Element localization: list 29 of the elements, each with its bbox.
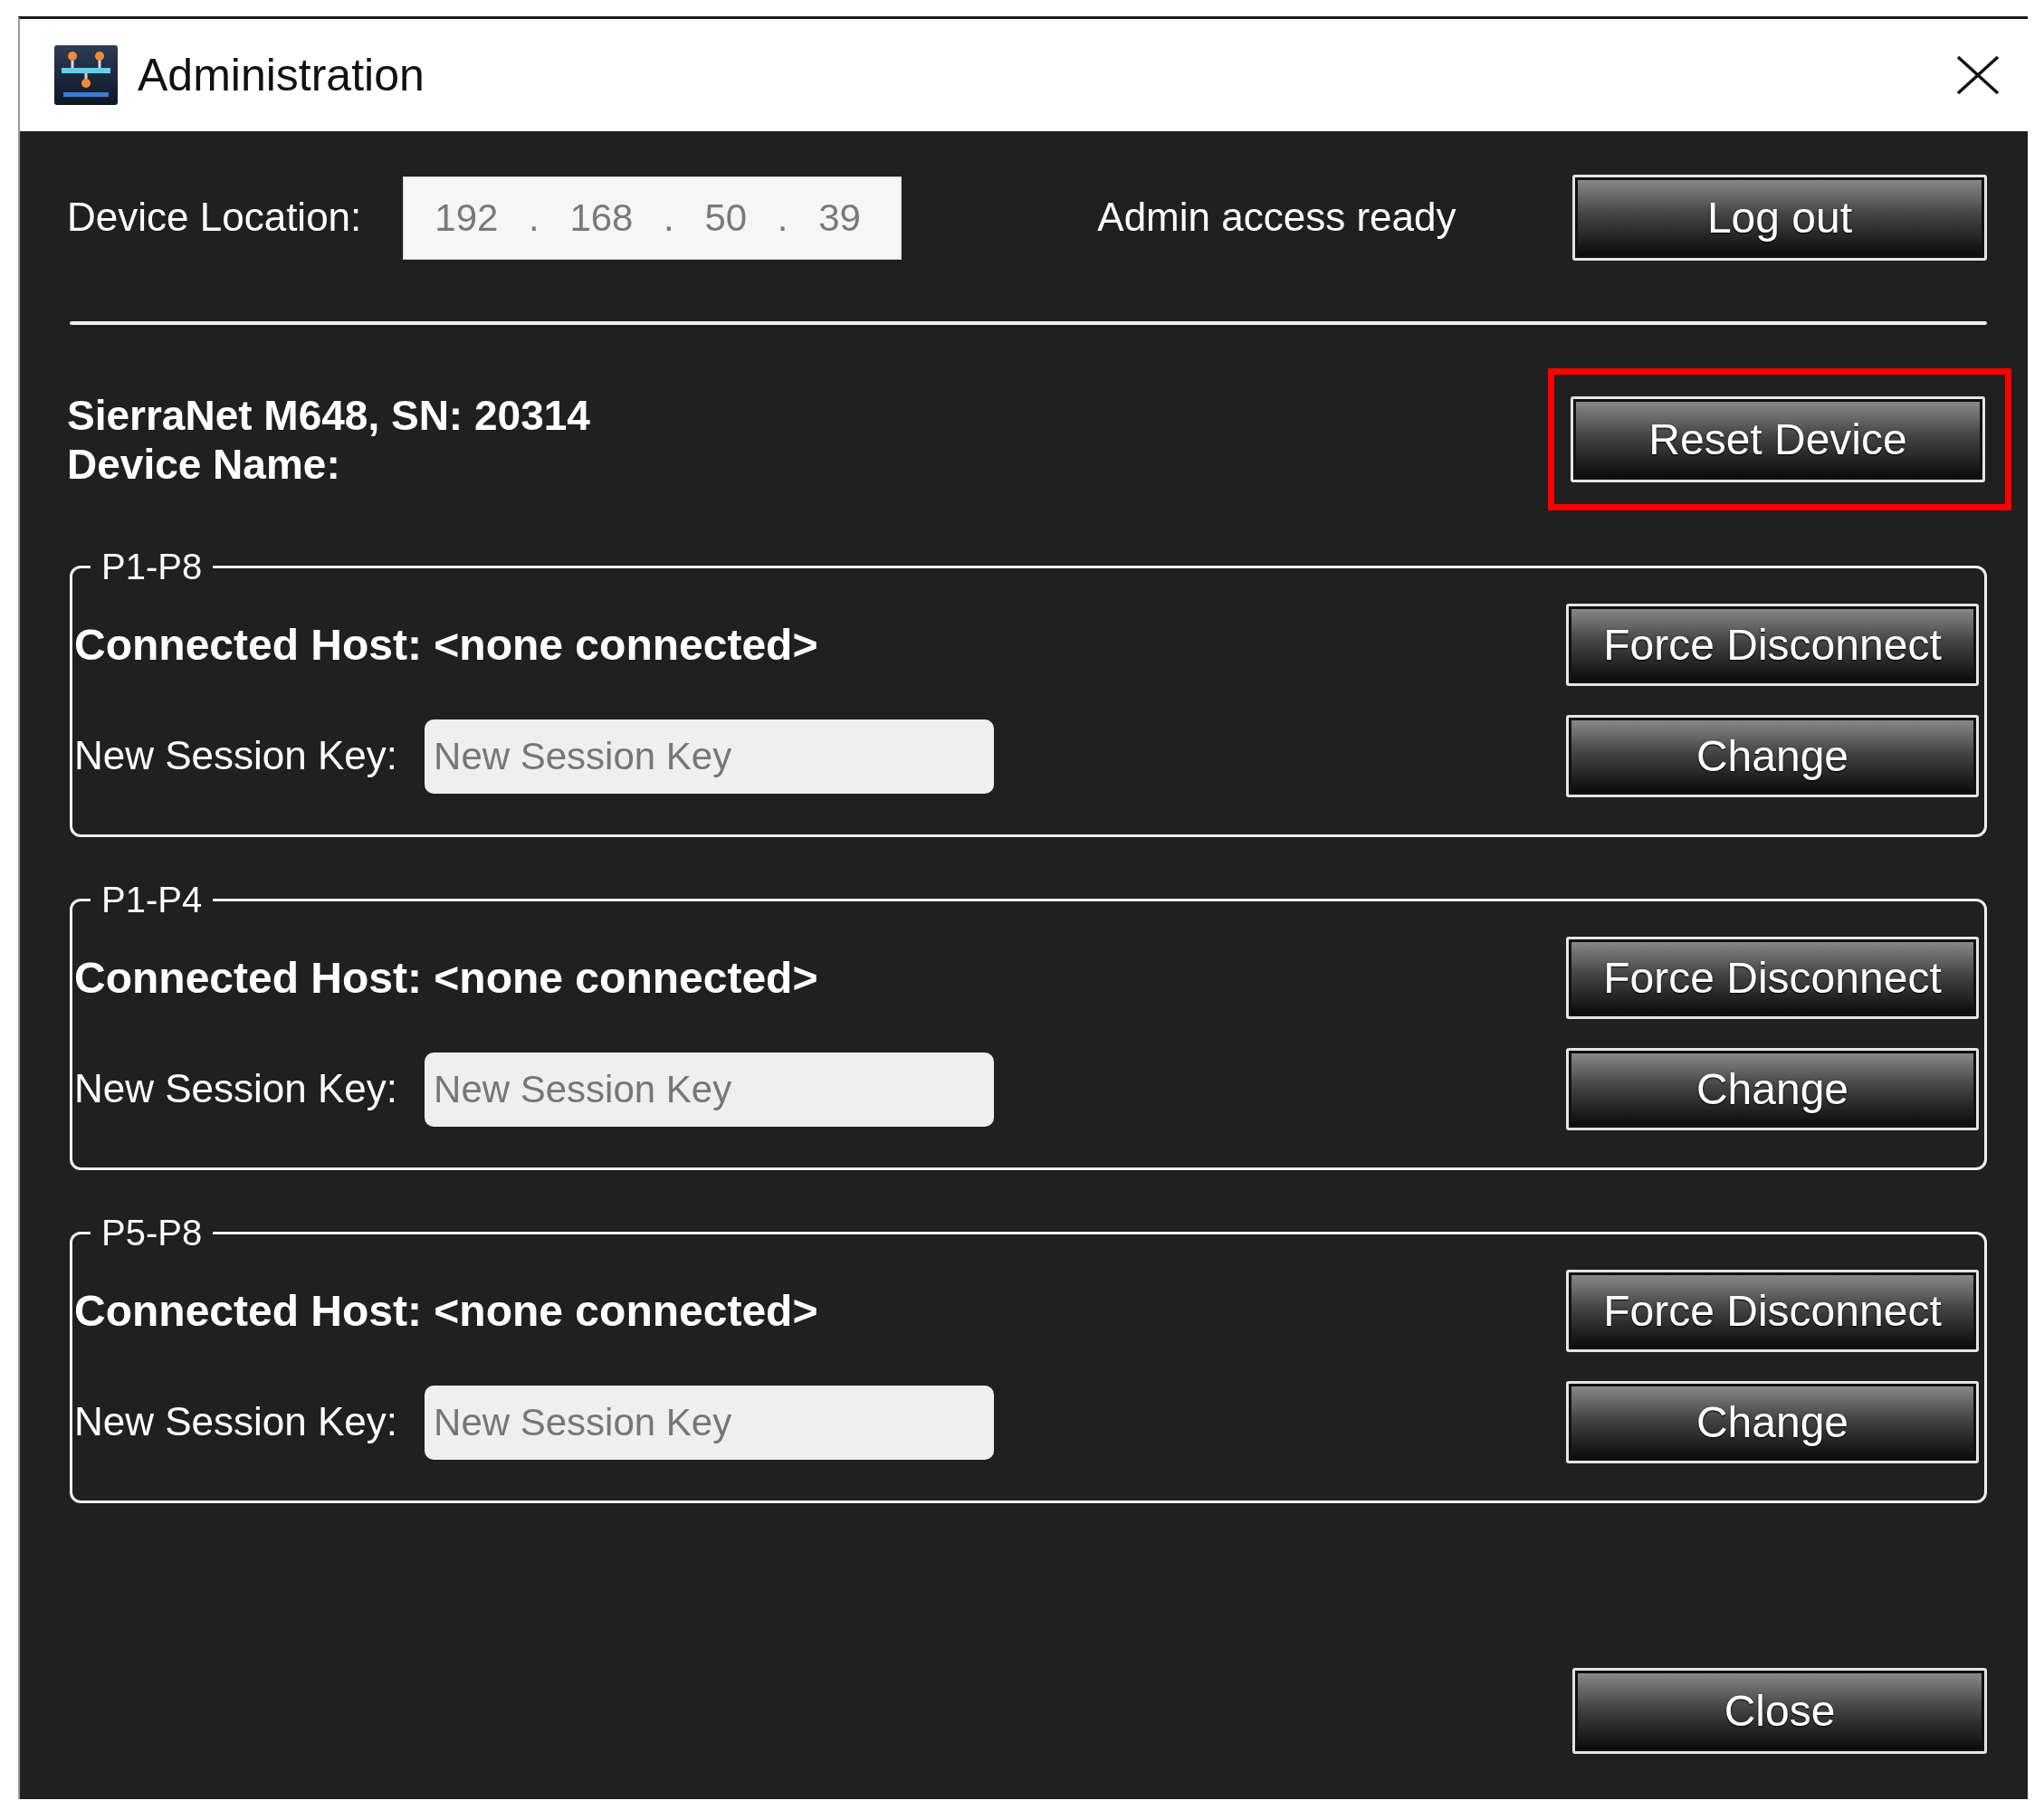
connected-host-text: Connected Host: <none connected> [74,1285,818,1337]
force-disconnect-button[interactable]: Force Disconnect [1566,604,1979,686]
session-key-field[interactable]: New Session Key [425,1052,995,1127]
logout-button[interactable]: Log out [1572,175,1987,261]
network-diagram-icon [54,45,118,105]
group-title: P1-P4 [100,879,204,921]
device-location-label: Device Location: [67,194,362,242]
group-title: P5-P8 [100,1212,204,1254]
connected-host-text: Connected Host: <none connected> [74,952,818,1004]
close-button[interactable]: Close [1572,1668,1987,1754]
connected-host-text: Connected Host: <none connected> [74,619,818,671]
ip-address-field[interactable]: 192 . 168 . 50 . 39 [403,176,903,260]
change-button[interactable]: Change [1566,715,1979,797]
session-key-field[interactable]: New Session Key [425,719,995,794]
change-button[interactable]: Change [1566,1381,1979,1463]
status-text: Admin access ready [1097,194,1457,242]
session-key-label: New Session Key: [74,1065,398,1113]
force-disconnect-button[interactable]: Force Disconnect [1566,937,1979,1019]
force-disconnect-button[interactable]: Force Disconnect [1566,1270,1979,1352]
session-key-field[interactable]: New Session Key [425,1385,995,1460]
device-model-text: SierraNet M648, SN: 20314 [67,390,590,440]
window-title: Administration [138,49,425,102]
group-title: P1-P8 [100,546,204,588]
change-button[interactable]: Change [1566,1048,1979,1130]
device-name-label: Device Name: [67,439,341,489]
reset-device-button[interactable]: Reset Device [1571,396,1985,482]
close-icon[interactable] [1955,55,2001,95]
session-key-label: New Session Key: [74,732,398,780]
session-key-label: New Session Key: [74,1398,398,1446]
